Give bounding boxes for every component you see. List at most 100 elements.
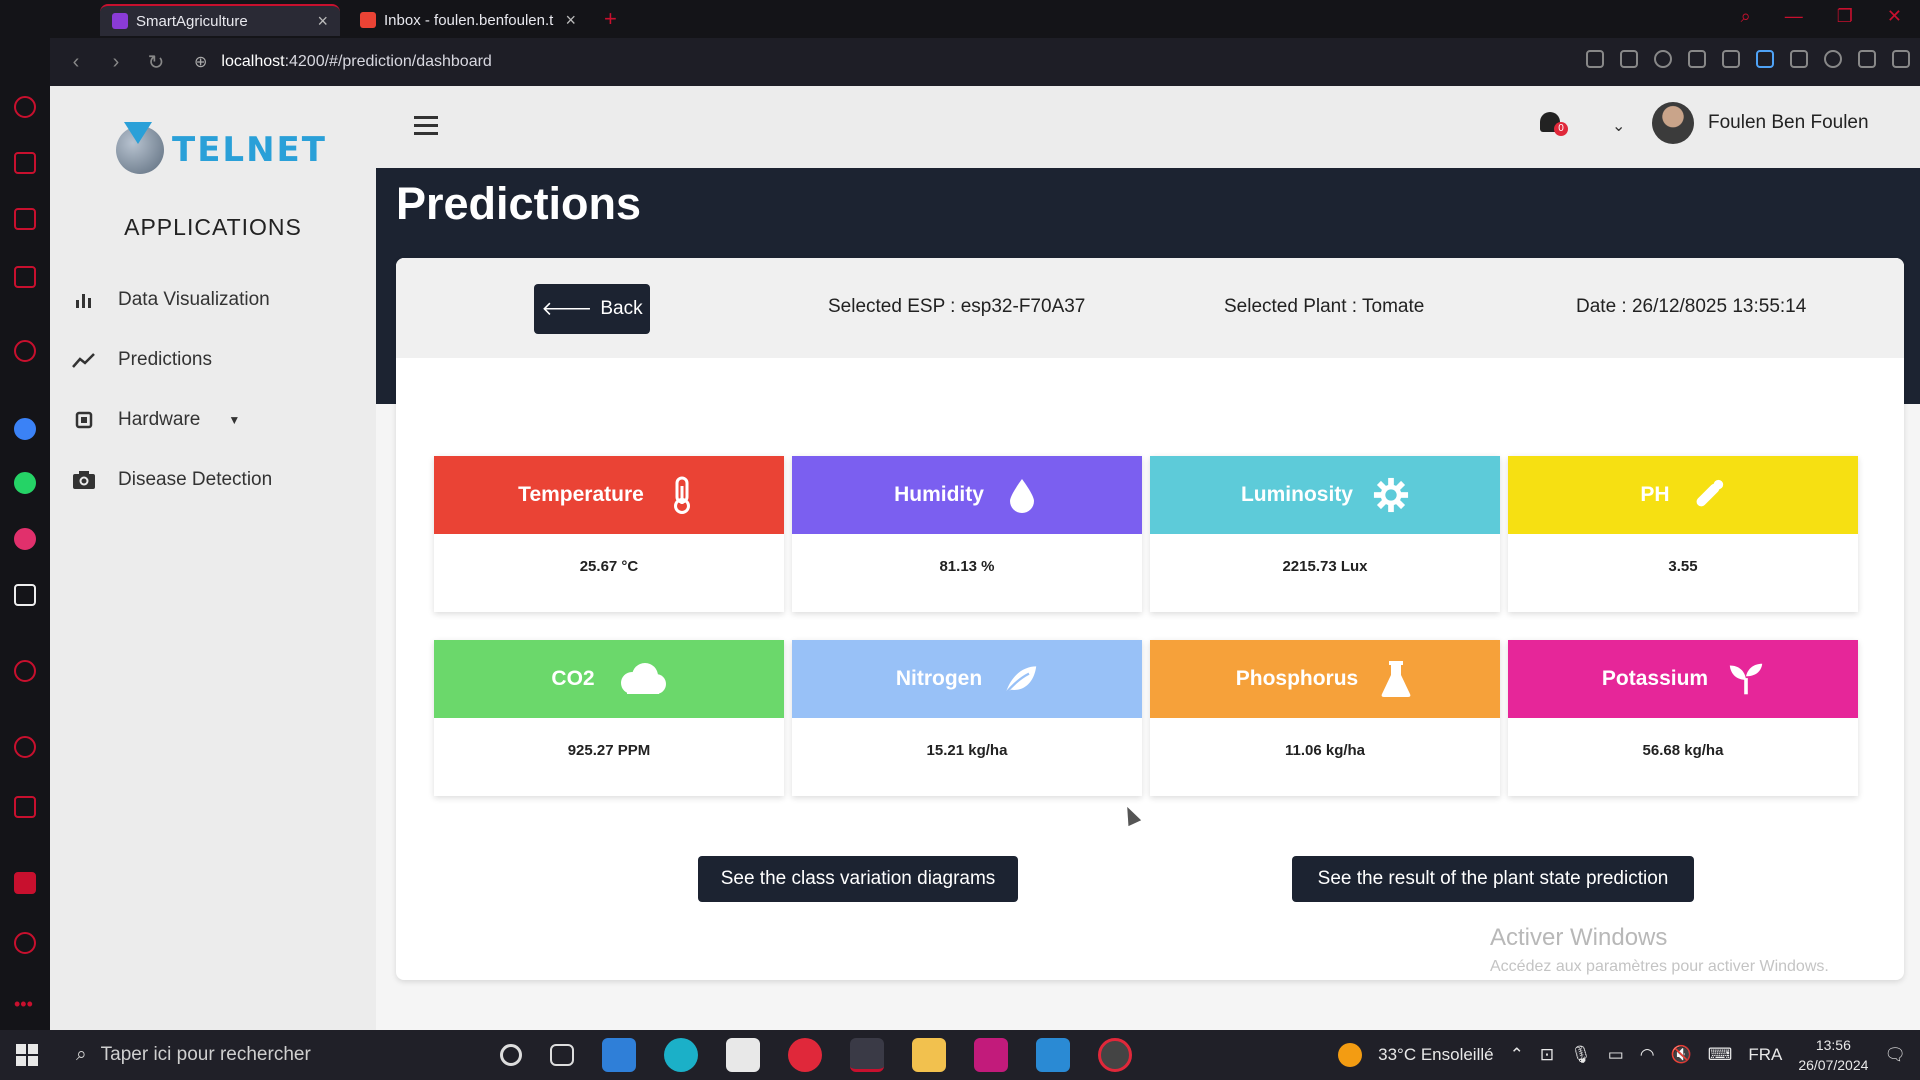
tile-value: 81.13 % <box>939 558 995 575</box>
chat-icon[interactable] <box>14 208 36 230</box>
opera-gx-icon[interactable] <box>850 1038 884 1072</box>
new-tab-icon[interactable]: + <box>604 6 617 32</box>
tile-label: Phosphorus <box>1235 667 1359 690</box>
snapshot-icon[interactable] <box>1620 50 1638 68</box>
taskbar-search[interactable]: ⌕ Taper ici pour rechercher <box>64 1034 484 1076</box>
cube-icon[interactable] <box>1790 50 1808 68</box>
messenger-icon[interactable] <box>14 418 36 440</box>
opera-icon[interactable] <box>788 1038 822 1072</box>
app-sidebar: TELNET APPLICATIONS Data Visualization P… <box>50 86 376 1030</box>
tile-label: Potassium <box>1601 667 1709 690</box>
player-icon[interactable] <box>1688 50 1706 68</box>
sidebar-item-hardware[interactable]: Hardware ▼ <box>72 390 272 450</box>
taskbar-clock[interactable]: 13:56 26/07/2024 <box>1798 1035 1868 1075</box>
settings-icon[interactable] <box>14 932 36 954</box>
tile-label: Luminosity <box>1240 483 1353 506</box>
whatsapp-icon[interactable] <box>14 472 36 494</box>
keyboard-icon[interactable]: ⌨ <box>1708 1045 1733 1065</box>
cortana-icon[interactable] <box>500 1044 522 1066</box>
profile-icon[interactable] <box>1824 50 1842 68</box>
app-favicon-icon <box>112 13 128 29</box>
forward-nav-icon[interactable]: › <box>96 51 136 74</box>
language-indicator[interactable]: FRA <box>1748 1045 1782 1065</box>
tab-inbox[interactable]: Inbox - foulen.benfoulen.t × <box>348 4 588 36</box>
extension-icon[interactable] <box>1756 50 1774 68</box>
history-icon[interactable] <box>14 736 36 758</box>
extension-icon[interactable] <box>14 872 36 894</box>
hamburger-menu-icon[interactable] <box>414 116 438 135</box>
back-button[interactable]: 🡐 Back <box>534 284 650 334</box>
battery-icon[interactable]: ▭ <box>1608 1045 1624 1065</box>
speed-dial-icon[interactable] <box>14 96 36 118</box>
app-icon[interactable] <box>1098 1038 1132 1072</box>
metric-tile-ph: PH 3.55 <box>1508 456 1858 612</box>
page-title: Predictions <box>396 178 642 229</box>
calendar-icon[interactable] <box>14 266 36 288</box>
bar-chart-icon <box>72 288 96 312</box>
close-window-icon[interactable]: ✕ <box>1887 6 1902 27</box>
notification-bell-icon[interactable]: 0 <box>1538 108 1568 142</box>
class-variation-button[interactable]: See the class variation diagrams <box>698 856 1018 902</box>
edge-icon[interactable] <box>664 1038 698 1072</box>
adblock-icon[interactable] <box>1654 50 1672 68</box>
player-icon[interactable] <box>14 660 36 682</box>
tile-value: 3.55 <box>1668 558 1698 575</box>
tile-header: Luminosity <box>1150 456 1500 534</box>
selected-plant: Selected Plant : Tomate <box>1224 296 1425 317</box>
user-menu-chevron-icon[interactable]: ⌄ <box>1612 116 1625 136</box>
wifi-icon[interactable]: ◠ <box>1640 1045 1655 1065</box>
tile-header: PH <box>1508 456 1858 534</box>
url-field[interactable]: ⊕ localhost:4200/#/prediction/dashboard <box>194 52 492 72</box>
thermometer-icon <box>664 476 700 514</box>
instagram-icon[interactable] <box>14 528 36 550</box>
water-drop-icon <box>1004 477 1040 513</box>
mail-icon[interactable] <box>602 1038 636 1072</box>
close-tab-icon[interactable]: × <box>565 10 576 31</box>
minimize-icon[interactable]: — <box>1785 6 1803 27</box>
plant-state-button[interactable]: See the result of the plant state predic… <box>1292 856 1694 902</box>
chevron-up-icon[interactable]: ⌃ <box>1510 1045 1524 1065</box>
tab-smartagriculture[interactable]: SmartAgriculture × <box>100 4 340 36</box>
volume-muted-icon[interactable]: 🔇 <box>1671 1045 1692 1065</box>
vscode-icon[interactable] <box>1036 1038 1070 1072</box>
more-icon[interactable]: ••• <box>14 994 33 1015</box>
back-nav-icon[interactable]: ‹ <box>56 51 96 74</box>
weather-text[interactable]: 33°C Ensoleillé <box>1378 1045 1493 1065</box>
tile-header: Potassium <box>1508 640 1858 718</box>
bag-icon[interactable] <box>14 152 36 174</box>
network-icon[interactable]: ⊡ <box>1540 1045 1554 1065</box>
avatar[interactable] <box>1652 102 1694 144</box>
intellij-icon[interactable] <box>974 1038 1008 1072</box>
easy-setup-icon[interactable] <box>1892 50 1910 68</box>
tile-header: Nitrogen <box>792 640 1142 718</box>
tab-bar: SmartAgriculture × Inbox - foulen.benfou… <box>0 0 1920 38</box>
notifications-icon[interactable]: 🗨 <box>1884 1045 1906 1065</box>
username[interactable]: Foulen Ben Foulen <box>1708 112 1869 134</box>
file-explorer-icon[interactable] <box>912 1038 946 1072</box>
site-info-icon[interactable]: ⊕ <box>194 52 207 72</box>
search-tabs-icon[interactable]: ⌕ <box>1741 6 1751 27</box>
tiktok-icon[interactable] <box>14 584 36 606</box>
store-icon[interactable] <box>726 1038 760 1072</box>
download-icon[interactable] <box>1858 50 1876 68</box>
telnet-logo[interactable]: TELNET <box>116 122 327 174</box>
restore-icon[interactable]: ❐ <box>1837 6 1853 27</box>
sidebar-item-disease-detection[interactable]: Disease Detection <box>72 450 272 510</box>
aria-icon[interactable] <box>14 340 36 362</box>
reload-icon[interactable]: ↻ <box>136 50 176 75</box>
tile-value: 15.21 kg/ha <box>926 742 1008 759</box>
sidebar-item-predictions[interactable]: Predictions <box>72 330 272 390</box>
sidebar-item-data-visualization[interactable]: Data Visualization <box>72 270 272 330</box>
share-icon[interactable] <box>1586 50 1604 68</box>
microphone-icon[interactable]: 🎙 <box>1570 1045 1592 1065</box>
close-tab-icon[interactable]: × <box>317 11 328 32</box>
heart-icon[interactable] <box>1722 50 1740 68</box>
windows-start-icon[interactable] <box>16 1044 38 1066</box>
chip-icon <box>72 408 96 432</box>
selected-esp: Selected ESP : esp32-F70A37 <box>828 296 1086 317</box>
metric-tile-phosphorus: Phosphorus 11.06 kg/ha <box>1150 640 1500 796</box>
task-view-icon[interactable] <box>550 1044 574 1066</box>
sidebar-item-label: Predictions <box>118 349 212 370</box>
cube-icon[interactable] <box>14 796 36 818</box>
tile-header: CO2 <box>434 640 784 718</box>
